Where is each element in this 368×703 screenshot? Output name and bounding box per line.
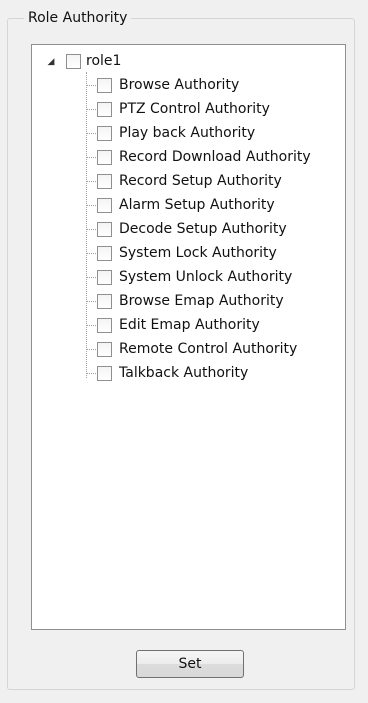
authority-tree[interactable]: ◢ role1 Browse Authority PTZ Control Auth… [31,44,346,630]
tree-connector-line [87,181,96,182]
tree-connector-line [87,229,96,230]
authority-item-label[interactable]: Decode Setup Authority [119,221,287,237]
authority-checkbox[interactable] [97,198,112,213]
authority-checkbox[interactable] [97,78,112,93]
tree-connector-line [87,349,96,350]
tree-connector-line [87,301,96,302]
tree-connector-line [87,253,96,254]
authority-item-label[interactable]: Edit Emap Authority [119,317,260,333]
authority-item-label[interactable]: Browse Authority [119,77,239,93]
tree-root-label[interactable]: role1 [86,53,121,69]
authority-item-label[interactable]: Talkback Authority [119,365,248,381]
authority-checkbox[interactable] [97,270,112,285]
authority-item-label[interactable]: Remote Control Authority [119,341,297,357]
authority-item-label[interactable]: System Unlock Authority [119,269,292,285]
tree-connector-line [87,373,96,374]
tree-connector-line [87,325,96,326]
authority-item-label[interactable]: Play back Authority [119,125,255,141]
authority-checkbox[interactable] [97,102,112,117]
tree-connector-line [87,109,96,110]
authority-checkbox[interactable] [97,126,112,141]
authority-item-label[interactable]: Alarm Setup Authority [119,197,275,213]
set-button[interactable]: Set [136,650,244,678]
authority-item-label[interactable]: System Lock Authority [119,245,277,261]
authority-checkbox[interactable] [97,318,112,333]
tree-connector-line [87,133,96,134]
tree-connector-line [86,72,87,378]
authority-item-label[interactable]: Record Download Authority [119,149,311,165]
authority-checkbox[interactable] [97,366,112,381]
tree-connector-line [87,277,96,278]
groupbox-title: Role Authority [24,10,132,26]
authority-checkbox[interactable] [97,150,112,165]
tree-connector-line [87,85,96,86]
authority-item-label[interactable]: Browse Emap Authority [119,293,284,309]
authority-checkbox[interactable] [97,294,112,309]
authority-checkbox[interactable] [97,246,112,261]
authority-item-label[interactable]: PTZ Control Authority [119,101,270,117]
authority-checkbox[interactable] [97,342,112,357]
authority-item-label[interactable]: Record Setup Authority [119,173,282,189]
authority-checkbox[interactable] [97,222,112,237]
tree-connector-line [87,205,96,206]
authority-checkbox[interactable] [97,174,112,189]
tree-connector-line [87,157,96,158]
expanded-triangle-icon[interactable]: ◢ [46,57,56,67]
root-checkbox[interactable] [66,54,81,69]
